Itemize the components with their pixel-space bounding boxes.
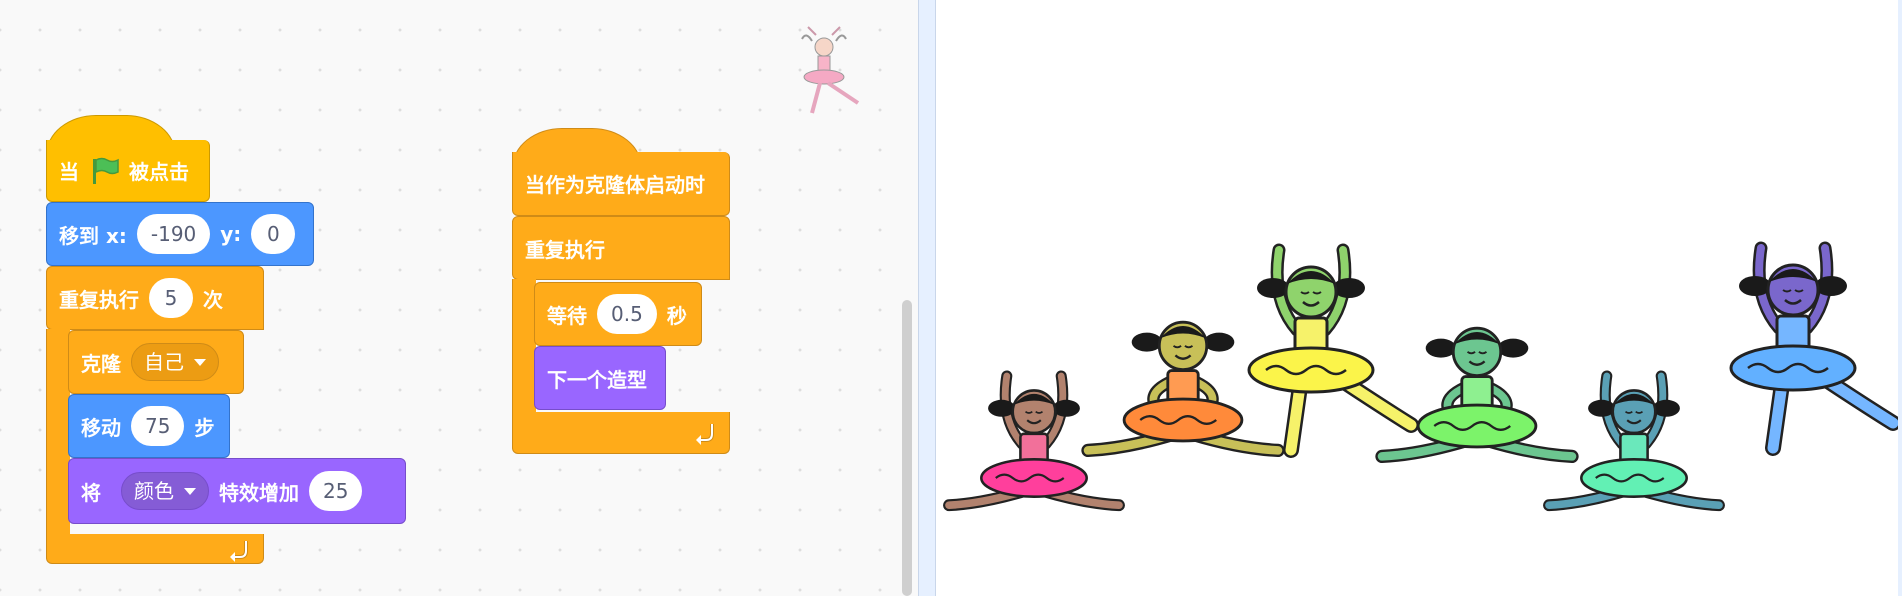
seconds-unit-label: 秒	[666, 303, 687, 328]
wait-label: 等待	[547, 303, 587, 328]
ballerina-sprite[interactable]	[943, 370, 1125, 512]
loop-arrow-icon	[696, 424, 714, 445]
clone-target-dropdown[interactable]: 自己	[131, 343, 219, 381]
x-input[interactable]: -190	[136, 214, 211, 254]
clone-hat-label: 当作为克隆体启动时	[525, 173, 705, 197]
chevron-down-icon	[184, 487, 196, 495]
stage[interactable]	[936, 0, 1901, 596]
ballerina-sprite[interactable]	[1729, 241, 1901, 456]
change-effect-block[interactable]: 将 颜色 特效增加 25	[68, 458, 406, 524]
steps-unit-label: 步	[194, 415, 215, 440]
ballerina-icon	[801, 26, 860, 114]
move-label: 移动	[81, 415, 121, 440]
repeat-block[interactable]: 重复执行 5 次	[46, 266, 264, 330]
effect-dropdown[interactable]: 颜色	[121, 472, 209, 510]
repeat-block-arm	[46, 329, 70, 535]
y-input[interactable]: 0	[251, 214, 296, 254]
change-label: 将	[81, 480, 101, 505]
effect-value: 颜色	[134, 479, 174, 503]
when-flag-clicked-block[interactable]: 当 被点击	[46, 140, 210, 202]
next-costume-label: 下一个造型	[547, 367, 647, 392]
when-label: 当	[59, 160, 79, 184]
next-costume-block[interactable]: 下一个造型	[534, 346, 666, 410]
go-to-xy-block[interactable]: 移到 x: -190 y: 0	[46, 202, 314, 266]
go-to-x-label: 移到 x:	[59, 223, 127, 248]
ballerina-sprite[interactable]	[1247, 243, 1419, 458]
ballerina-sprite[interactable]	[1081, 320, 1285, 458]
workspace-scrollbar[interactable]	[902, 300, 912, 596]
ballerina-sprite[interactable]	[1375, 326, 1579, 464]
chevron-down-icon	[194, 358, 206, 366]
loop-arrow-icon	[230, 541, 248, 562]
create-clone-label: 克隆	[81, 351, 121, 376]
wait-seconds-input[interactable]: 0.5	[597, 294, 657, 334]
effect-amount-input[interactable]: 25	[309, 471, 363, 511]
repeat-count-input[interactable]: 5	[149, 278, 193, 318]
code-workspace[interactable]: 当 被点击 移到 x: -190 y: 0 重复执行 5 次 克隆 自己 移动 …	[0, 0, 918, 596]
when-start-as-clone-block[interactable]: 当作为克隆体启动时	[512, 152, 730, 216]
repeat-label: 重复执行	[59, 287, 139, 312]
forever-block-arm	[512, 279, 536, 414]
move-steps-block[interactable]: 移动 75 步	[68, 394, 230, 458]
y-label: y:	[220, 222, 242, 246]
forever-label: 重复执行	[525, 237, 605, 262]
green-flag-icon	[93, 157, 119, 184]
clone-target-value: 自己	[144, 350, 184, 374]
forever-block[interactable]: 重复执行	[512, 216, 730, 280]
stage-canvas	[943, 241, 1901, 512]
change-by-label: 特效增加	[219, 480, 299, 505]
times-label: 次	[203, 287, 223, 312]
pane-divider	[918, 0, 936, 596]
create-clone-block[interactable]: 克隆 自己	[68, 330, 244, 394]
ballerina-sprite[interactable]	[1543, 370, 1725, 512]
steps-input[interactable]: 75	[131, 406, 185, 446]
wait-block[interactable]: 等待 0.5 秒	[534, 282, 702, 346]
stage-border	[1898, 0, 1902, 596]
clicked-label: 被点击	[129, 160, 189, 184]
